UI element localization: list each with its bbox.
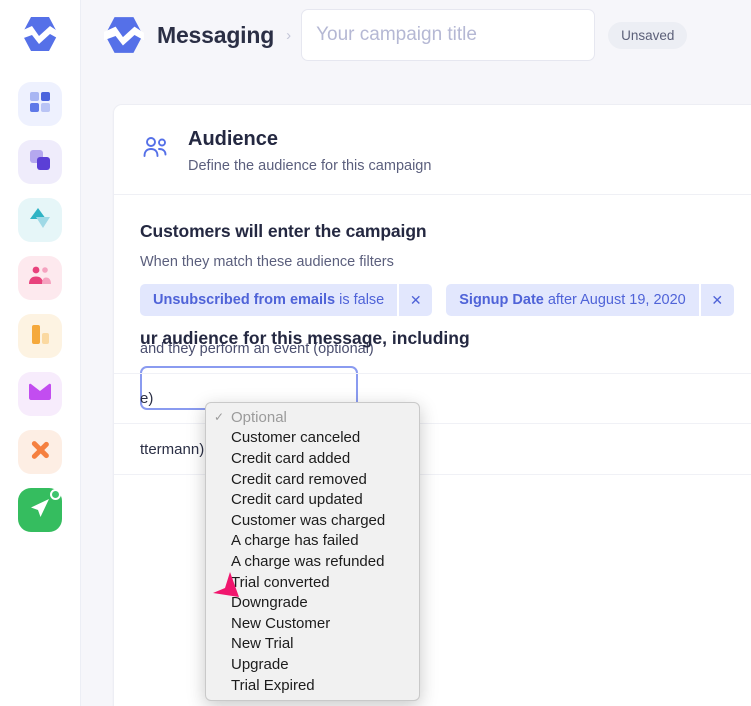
sidebar-item-messaging[interactable]: [18, 488, 62, 532]
dropdown-option-label: Trial converted: [231, 573, 330, 591]
filter-chip-label: Unsubscribed from emails is false: [140, 284, 398, 316]
dropdown-option[interactable]: ✓ Optional: [206, 407, 419, 428]
topbar: Messaging › Unsaved: [81, 0, 751, 70]
users-icon: [142, 127, 176, 167]
dropdown-option-label: Downgrade: [231, 594, 308, 612]
dropdown-option-label: Upgrade: [231, 655, 289, 673]
filter-chip-attribute: Unsubscribed from emails: [153, 292, 336, 308]
filter-chip-label: Signup Date after August 19, 2020: [446, 284, 699, 316]
close-icon[interactable]: ✕: [700, 284, 734, 316]
dropdown-option[interactable]: New Customer: [206, 613, 419, 634]
dropdown-option[interactable]: Upgrade: [206, 654, 419, 675]
check-icon: ✓: [214, 410, 225, 425]
dropdown-option[interactable]: A charge was refunded: [206, 551, 419, 572]
sidebar-nav: [18, 82, 62, 532]
dropdown-option-label: A charge was refunded: [231, 552, 385, 570]
messaging-logo: [103, 14, 145, 56]
dropdown-option[interactable]: Trial Expired: [206, 675, 419, 696]
dropdown-option[interactable]: Customer canceled: [206, 428, 419, 449]
filter-chip-condition: is false: [339, 292, 385, 308]
event-select-dropdown[interactable]: ✓ Optional Customer canceled Credit card ad…: [205, 402, 420, 702]
close-icon[interactable]: ✕: [399, 284, 433, 316]
main-content: Messaging › Unsaved Audience Define: [81, 0, 751, 706]
sidebar-item-funnel[interactable]: [18, 198, 62, 242]
dropdown-option-label: New Customer: [231, 614, 331, 632]
triangles-funnel-icon: [27, 206, 53, 235]
dropdown-option[interactable]: Credit card updated: [206, 489, 419, 510]
dropdown-option[interactable]: Credit card added: [206, 448, 419, 469]
status-badge: Unsaved: [608, 21, 688, 49]
dashboard-grid-icon: [28, 90, 52, 119]
list-item-label: ttermann): [140, 440, 205, 458]
dropdown-option-label: Customer was charged: [231, 511, 386, 529]
chevron-right-icon: ›: [286, 26, 292, 44]
notification-badge-dot: [50, 489, 61, 500]
dropdown-option[interactable]: New Trial: [206, 634, 419, 655]
filter-chip[interactable]: Signup Date after August 19, 2020 ✕: [446, 284, 734, 316]
list-item-label: e): [140, 390, 154, 407]
dropdown-option-label: A charge has failed: [231, 532, 359, 550]
dropdown-option-label: Optional: [231, 408, 287, 426]
section-subtitle: When they match these audience filters: [140, 254, 394, 270]
bar-chart-icon: [28, 322, 52, 351]
people-group-icon: [27, 265, 53, 292]
layers-squares-icon: [28, 148, 52, 177]
sidebar-item-reports[interactable]: [18, 314, 62, 358]
envelope-icon: [27, 382, 53, 407]
sidebar-item-dashboard[interactable]: [18, 82, 62, 126]
audience-card-body: Customers will enter the campaign When t…: [114, 195, 751, 545]
filter-chip-list: Unsubscribed from emails is false ✕ Sign…: [140, 284, 734, 316]
card-subtitle: Define the audience for this campaign: [188, 158, 432, 174]
dropdown-option-label: Customer canceled: [231, 429, 361, 447]
dropdown-option[interactable]: Downgrade: [206, 592, 419, 613]
dropdown-option-label: Credit card updated: [231, 491, 363, 509]
dropdown-option[interactable]: A charge has failed: [206, 531, 419, 552]
sidebar-item-people[interactable]: [18, 256, 62, 300]
card-title: Audience: [188, 128, 279, 150]
dropdown-option-label: Credit card added: [231, 449, 351, 467]
paper-plane-icon: [28, 496, 52, 525]
campaign-title-input[interactable]: [301, 9, 596, 61]
audience-card-header: Audience Define the audience for this ca…: [114, 105, 751, 195]
cross-x-icon: [28, 438, 52, 467]
dropdown-option-label: Credit card removed: [231, 470, 367, 488]
filter-chip[interactable]: Unsubscribed from emails is false ✕: [140, 284, 433, 316]
sidebar-item-layers[interactable]: [18, 140, 62, 184]
filter-chip-attribute: Signup Date: [459, 292, 544, 308]
dropdown-option[interactable]: Credit card removed: [206, 469, 419, 490]
dropdown-option-label: New Trial: [231, 635, 294, 653]
sidebar-item-email[interactable]: [18, 372, 62, 416]
dropdown-option-label: Trial Expired: [231, 676, 315, 694]
dropdown-option[interactable]: Customer was charged: [206, 510, 419, 531]
app-logo[interactable]: [18, 12, 62, 56]
filter-chip-condition: after August 19, 2020: [547, 292, 686, 308]
message-audience-heading: ur audience for this message, including: [140, 328, 470, 348]
dropdown-option[interactable]: Trial converted: [206, 572, 419, 593]
section-title: Customers will enter the campaign: [140, 221, 427, 241]
sidebar-item-cancel[interactable]: [18, 430, 62, 474]
page-title: Messaging: [157, 21, 275, 48]
app-root: Messaging › Unsaved Audience Define: [0, 0, 751, 706]
sidebar: [0, 0, 81, 706]
